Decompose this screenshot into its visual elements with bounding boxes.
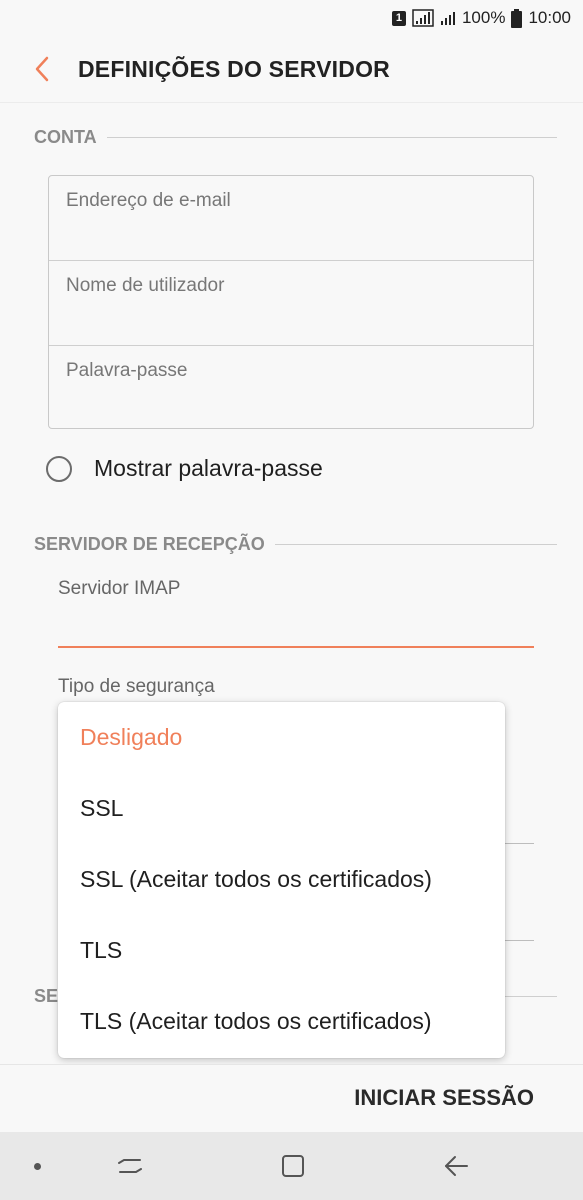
back-button[interactable] bbox=[22, 49, 62, 89]
battery-percent: 100% bbox=[461, 8, 506, 27]
hidden-field-underline bbox=[505, 940, 534, 941]
security-type-label: Tipo de segurança bbox=[58, 676, 215, 697]
dropdown-option-ssl[interactable]: SSL bbox=[58, 773, 505, 844]
home-icon bbox=[282, 1155, 304, 1177]
dropdown-option-tls-all-certs[interactable]: TLS (Aceitar todos os certificados) bbox=[58, 986, 505, 1057]
show-password-toggle[interactable]: Mostrar palavra-passe bbox=[46, 455, 323, 482]
dropdown-option-ssl-all-certs[interactable]: SSL (Aceitar todos os certificados) bbox=[58, 844, 505, 915]
home-button[interactable] bbox=[275, 1148, 311, 1184]
back-arrow-icon bbox=[445, 1156, 468, 1176]
imap-server-label: Servidor IMAP bbox=[58, 578, 181, 599]
sign-in-button[interactable]: INICIAR SESSÃO bbox=[354, 1085, 534, 1111]
account-fields-box bbox=[48, 175, 534, 429]
password-field[interactable] bbox=[66, 360, 516, 382]
signal-icon bbox=[412, 9, 434, 27]
signal-strength-icon bbox=[440, 10, 456, 26]
section-header-partial-label: SE bbox=[34, 986, 59, 1006]
security-type-dropdown: Desligado SSL SSL (Aceitar todos os cert… bbox=[58, 702, 505, 1058]
bottom-action-bar: INICIAR SESSÃO bbox=[0, 1064, 583, 1133]
email-field[interactable] bbox=[66, 190, 516, 212]
dropdown-option-desligado[interactable]: Desligado bbox=[58, 702, 505, 773]
section-header-incoming: SERVIDOR DE RECEPÇÃO bbox=[34, 534, 557, 555]
clock: 10:00 bbox=[528, 8, 571, 27]
show-password-label: Mostrar palavra-passe bbox=[94, 455, 323, 481]
battery-icon bbox=[511, 8, 523, 28]
recent-apps-icon bbox=[118, 1159, 142, 1173]
username-field[interactable] bbox=[66, 275, 516, 297]
section-header-account: CONTA bbox=[34, 127, 557, 148]
imap-server-input[interactable] bbox=[58, 606, 534, 648]
screen: 1 100% 10:00 DEFINIÇÕES DO SERVIDOR CONT… bbox=[0, 0, 583, 1200]
nav-dot-icon bbox=[34, 1163, 41, 1170]
status-bar: 1 100% 10:00 bbox=[0, 0, 583, 36]
app-bar: DEFINIÇÕES DO SERVIDOR bbox=[0, 36, 583, 103]
navigation-bar bbox=[0, 1132, 583, 1200]
sim-badge: 1 bbox=[391, 10, 406, 26]
show-password-radio[interactable] bbox=[46, 455, 72, 482]
username-field-container bbox=[49, 261, 533, 346]
section-divider bbox=[106, 137, 557, 138]
recent-apps-button[interactable] bbox=[112, 1148, 148, 1184]
chevron-left-icon bbox=[35, 56, 49, 82]
hidden-field-underline bbox=[505, 843, 534, 844]
password-field-container bbox=[49, 346, 533, 431]
section-divider bbox=[274, 544, 557, 545]
section-header-incoming-label: SERVIDOR DE RECEPÇÃO bbox=[34, 534, 265, 554]
section-header-account-label: CONTA bbox=[34, 127, 97, 147]
email-field-container bbox=[49, 176, 533, 261]
nav-back-button[interactable] bbox=[438, 1148, 474, 1184]
dropdown-option-tls[interactable]: TLS bbox=[58, 915, 505, 986]
page-title: DEFINIÇÕES DO SERVIDOR bbox=[78, 55, 390, 82]
